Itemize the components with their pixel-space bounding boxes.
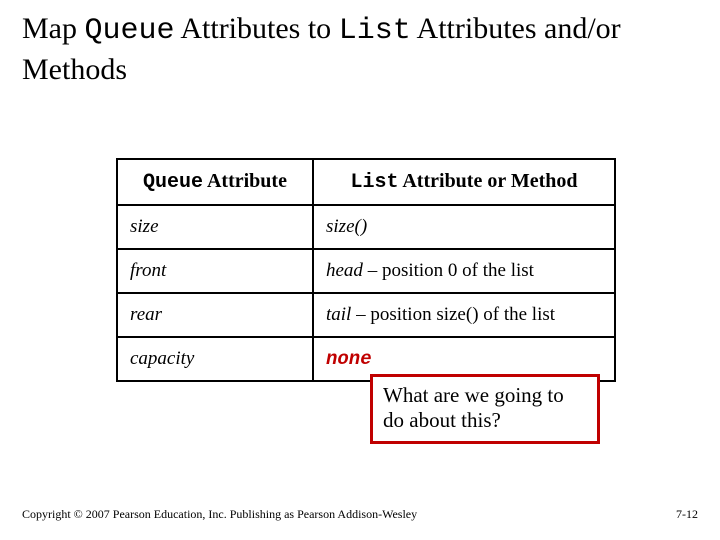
callout-box: What are we going to do about this? <box>370 374 600 444</box>
header-col2-rest: Attribute or Method <box>398 170 577 192</box>
header-col2-code: List <box>350 171 398 194</box>
table-row: rear tail – position size() of the list <box>117 293 615 337</box>
cell-attr: front <box>117 249 313 293</box>
header-col1-code: Queue <box>143 171 203 194</box>
table-row: size size() <box>117 205 615 249</box>
callout-text: What are we going to do about this? <box>383 383 564 432</box>
slide: Map Queue Attributes to List Attributes … <box>0 0 720 540</box>
header-col1-rest: Attribute <box>203 170 287 192</box>
cell-val-rest: – position size() of the list <box>351 304 555 325</box>
table-row: front head – position 0 of the list <box>117 249 615 293</box>
cell-attr: capacity <box>117 337 313 381</box>
title-code-2: List <box>339 14 411 48</box>
table-header-col2: List Attribute or Method <box>313 159 615 205</box>
cell-val-ital: head <box>326 260 363 281</box>
cell-val-none: none <box>326 348 372 370</box>
cell-val: size() <box>313 205 615 249</box>
cell-val: tail – position size() of the list <box>313 293 615 337</box>
mapping-table: Queue Attribute List Attribute or Method… <box>116 158 616 382</box>
page-number: 7-12 <box>676 507 698 522</box>
slide-title: Map Queue Attributes to List Attributes … <box>22 10 698 88</box>
cell-attr: rear <box>117 293 313 337</box>
title-text-2: Attributes to <box>175 12 339 45</box>
table-header-row: Queue Attribute List Attribute or Method <box>117 159 615 205</box>
cell-val: head – position 0 of the list <box>313 249 615 293</box>
table-header-col1: Queue Attribute <box>117 159 313 205</box>
cell-attr: size <box>117 205 313 249</box>
cell-val-rest: – position 0 of the list <box>363 260 534 281</box>
title-code-1: Queue <box>85 14 175 48</box>
cell-val-ital: tail <box>326 304 351 325</box>
copyright-text: Copyright © 2007 Pearson Education, Inc.… <box>22 507 417 522</box>
cell-val-ital: size() <box>326 216 367 237</box>
title-text-1: Map <box>22 12 85 45</box>
